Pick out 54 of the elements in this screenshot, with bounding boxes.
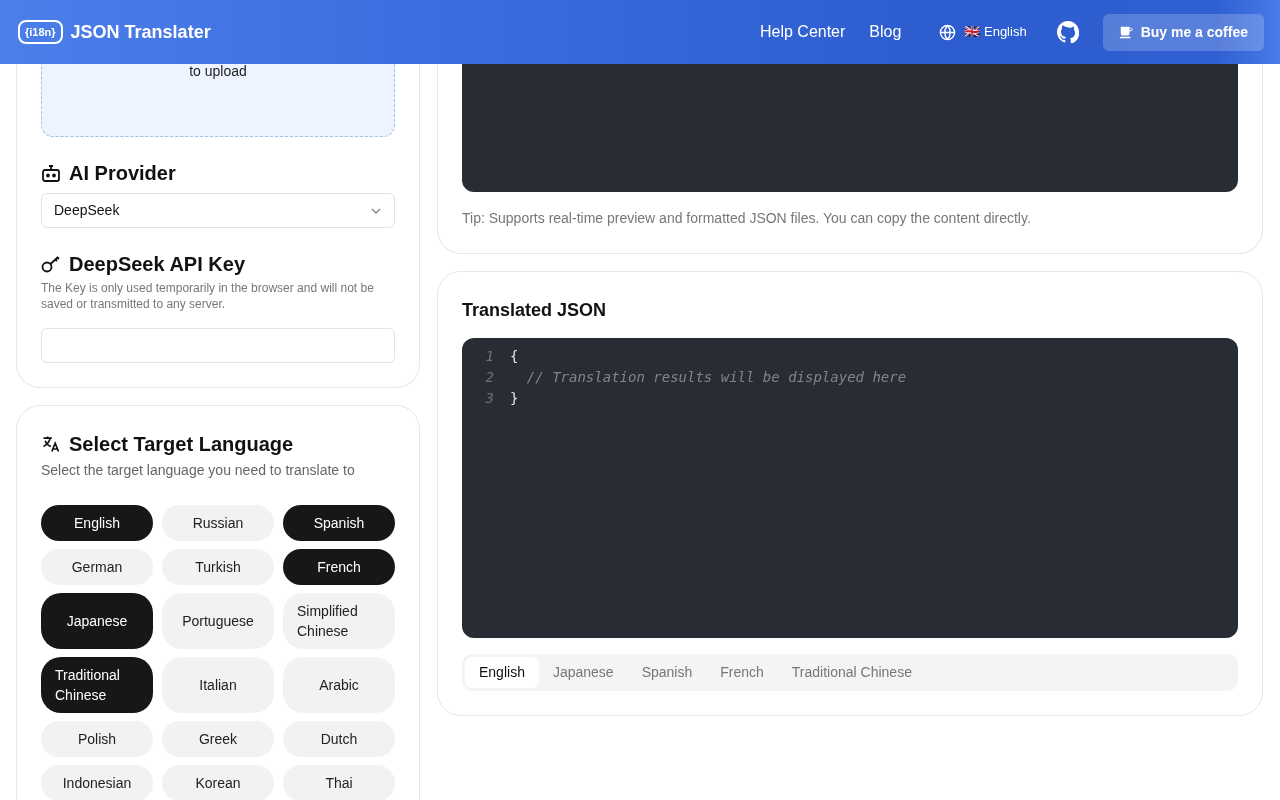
github-icon[interactable] <box>1056 21 1079 43</box>
robot-icon <box>41 164 61 182</box>
language-chip[interactable]: Russian <box>162 505 274 541</box>
language-chip[interactable]: German <box>41 549 153 585</box>
language-chip[interactable]: English <box>41 505 153 541</box>
code-line: } <box>510 388 519 408</box>
section-heading: Translated JSON <box>462 300 608 322</box>
language-chip[interactable]: Spanish <box>283 505 395 541</box>
app-title: JSON Translater <box>70 20 211 44</box>
language-chip[interactable]: Italian <box>162 657 274 713</box>
language-chip[interactable]: Simplified Chinese <box>283 593 395 649</box>
globe-icon <box>939 23 957 41</box>
code-comment: // Translation results will be displayed here <box>525 367 907 387</box>
language-tab[interactable]: Spanish <box>627 656 707 688</box>
language-tab[interactable]: English <box>465 656 539 688</box>
language-tab[interactable]: French <box>706 656 778 688</box>
language-tab[interactable]: Traditional Chinese <box>777 656 926 688</box>
buy-coffee-button[interactable]: Buy me a coffee <box>1102 13 1264 51</box>
section-subtitle: Select the target language you need to translate to <box>41 461 356 480</box>
language-chip[interactable]: Indonesian <box>41 765 153 800</box>
language-chip[interactable]: Arabic <box>283 657 395 713</box>
section-heading: DeepSeek API Key <box>69 252 245 276</box>
line-number: 2 <box>484 367 494 387</box>
line-number: 1 <box>484 346 494 366</box>
translate-icon <box>41 434 61 454</box>
upload-dropzone[interactable]: to upload <box>41 64 395 137</box>
chevron-down-icon <box>370 206 382 215</box>
nav-link[interactable]: Blog <box>869 20 902 44</box>
language-chip[interactable]: Traditional Chinese <box>41 657 153 713</box>
language-chip[interactable]: Turkish <box>162 549 274 585</box>
code-editor[interactable]: 1 { 2 // Translation results will be displayed here 3 } <box>462 337 1238 638</box>
help-text: The Key is only used temporarily in the browser and will not be saved or transmitted to any server. <box>41 280 375 312</box>
language-chip[interactable]: Korean <box>162 765 274 800</box>
key-icon <box>41 255 61 273</box>
tip-text: Tip: Supports real-time preview and formatted JSON files. You can copy the content directly. <box>462 209 1032 228</box>
logo-icon: {i18n} <box>18 20 63 44</box>
nav-link[interactable]: Help Center <box>759 20 846 44</box>
language-tab[interactable]: Japanese <box>538 656 628 688</box>
language-chip[interactable]: Polish <box>41 721 153 757</box>
code-line: { <box>510 346 519 366</box>
language-switcher[interactable]: 🇬🇧 English <box>933 21 1033 43</box>
language-chip[interactable]: Dutch <box>283 721 395 757</box>
language-chip[interactable]: Japanese <box>41 593 153 649</box>
code-editor[interactable] <box>462 64 1238 192</box>
language-chip[interactable]: Thai <box>283 765 395 800</box>
language-chip[interactable]: Greek <box>162 721 274 757</box>
cup-icon <box>1118 25 1133 39</box>
language-chip[interactable]: French <box>283 549 395 585</box>
api-key-input[interactable] <box>41 328 395 363</box>
line-number: 3 <box>484 388 494 408</box>
section-heading: AI Provider <box>69 161 176 185</box>
language-chip[interactable]: Portuguese <box>162 593 274 649</box>
provider-select[interactable]: DeepSeek <box>41 193 395 228</box>
section-heading: Select Target Language <box>69 432 294 456</box>
